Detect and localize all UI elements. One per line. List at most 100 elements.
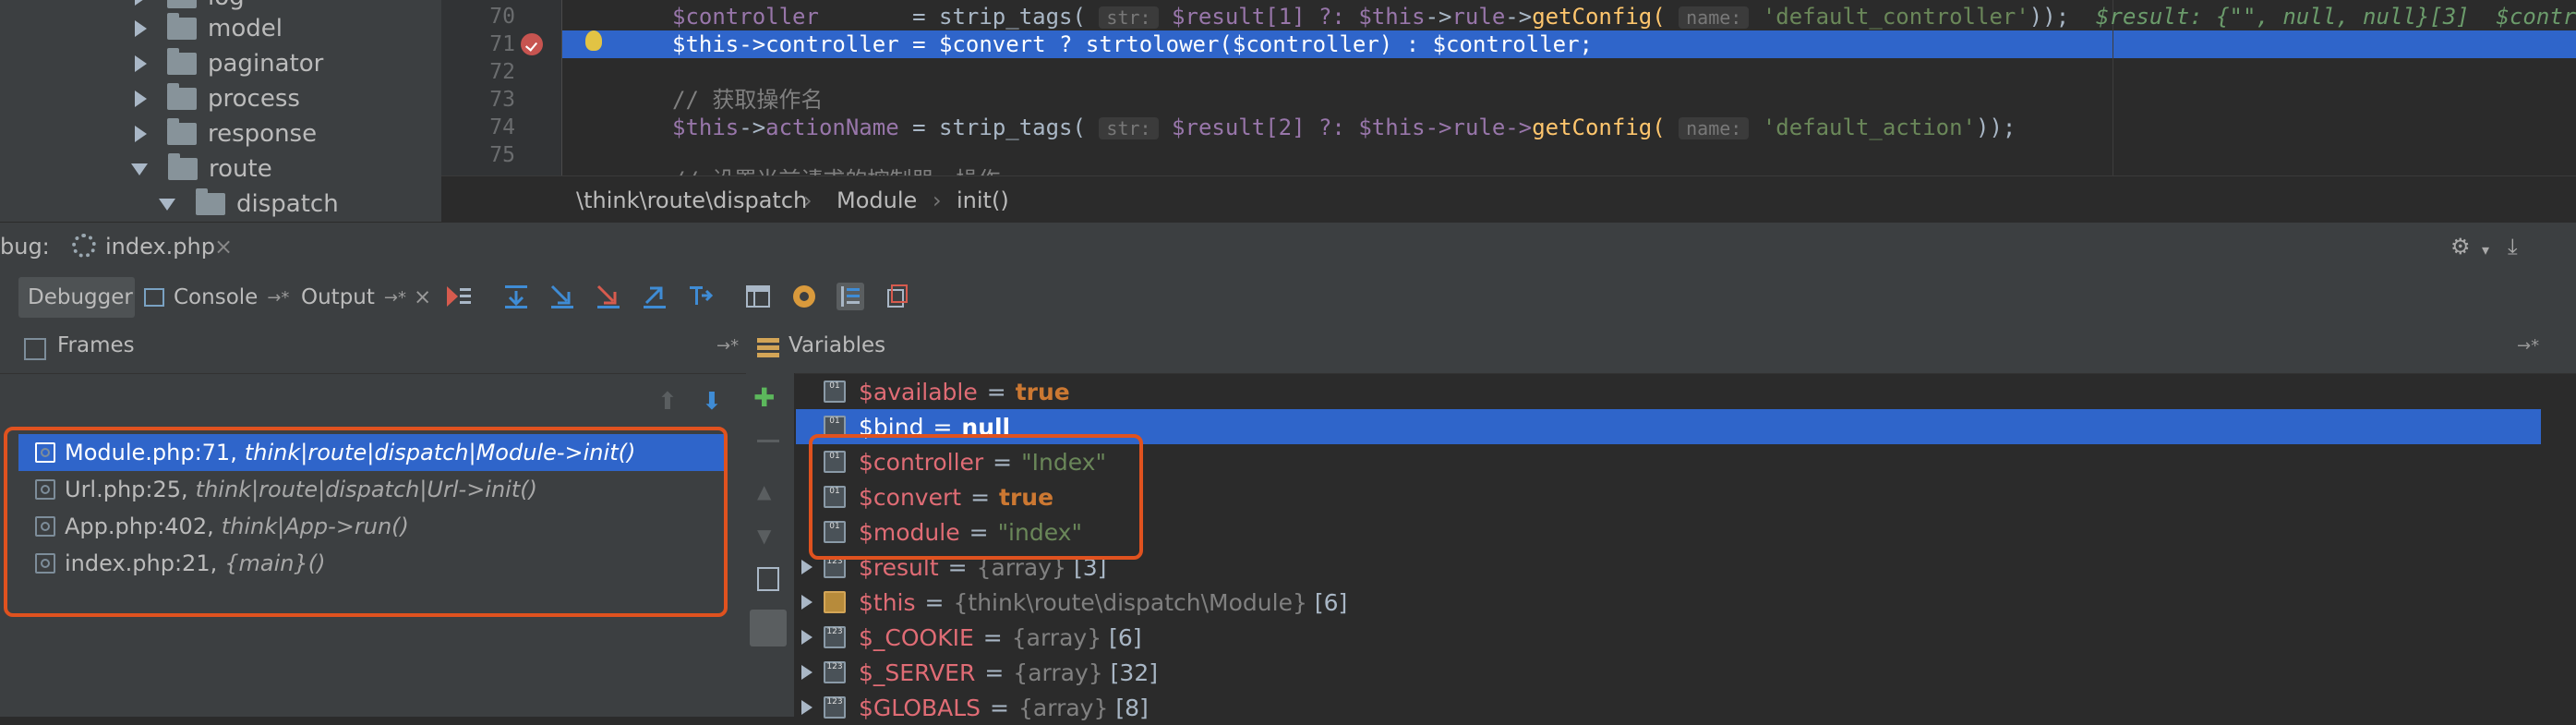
code-editor[interactable]: $controller = strip_tags( str: $result[1… bbox=[441, 0, 2576, 175]
variables-side-toolbar: ✚ ▲ ▼ bbox=[746, 373, 795, 717]
variables-title: Variables bbox=[788, 333, 886, 357]
copy-icon[interactable] bbox=[757, 567, 779, 591]
variable-row[interactable]: 123 $_SERVER = {array} [32] bbox=[796, 655, 2541, 690]
move-down-icon[interactable]: ▼ bbox=[757, 525, 771, 547]
close-tab-icon[interactable]: × bbox=[214, 234, 233, 260]
array-icon: 123 bbox=[824, 626, 846, 648]
chevron-right-icon: › bbox=[803, 187, 813, 213]
code-line-73: // 获取操作名 bbox=[672, 87, 824, 113]
step-into-icon[interactable] bbox=[548, 283, 576, 310]
tree-item-label: response bbox=[208, 120, 318, 148]
tab-output[interactable]: Output →* × bbox=[301, 277, 431, 318]
expand-arrow-icon[interactable] bbox=[135, 55, 147, 72]
tree-item-response[interactable]: response bbox=[135, 116, 317, 151]
folder-icon bbox=[168, 153, 198, 180]
debug-config-icon bbox=[72, 234, 96, 258]
tree-item-label: model bbox=[208, 15, 283, 42]
breakpoint-icon[interactable] bbox=[521, 33, 543, 55]
step-over-icon[interactable] bbox=[502, 283, 530, 310]
watch-icon[interactable] bbox=[790, 283, 818, 310]
frames-layout-icon[interactable] bbox=[837, 283, 864, 310]
object-icon bbox=[824, 591, 846, 613]
breadcrumb-item[interactable]: init() bbox=[957, 187, 1009, 213]
remove-watch-icon[interactable] bbox=[757, 440, 779, 442]
line-number: 71 bbox=[489, 32, 515, 56]
pin-panel-icon[interactable]: →* bbox=[2517, 336, 2539, 356]
run-to-cursor-icon[interactable] bbox=[687, 283, 715, 310]
project-tree: log model paginator process response rou… bbox=[0, 0, 441, 222]
step-out-icon[interactable] bbox=[641, 283, 668, 310]
breadcrumb: \think\route\dispatch › Module › init() bbox=[441, 175, 2576, 223]
restore-layout-icon[interactable] bbox=[883, 283, 910, 310]
line-number: 75 bbox=[489, 143, 515, 167]
debug-label: bug: bbox=[0, 234, 50, 260]
tree-item-label: dispatch bbox=[236, 190, 339, 218]
folder-icon bbox=[196, 188, 225, 215]
breadcrumb-item[interactable]: \think\route\dispatch bbox=[576, 187, 807, 213]
code-line-70: $controller = strip_tags( str: $result[1… bbox=[672, 4, 2576, 30]
folder-icon bbox=[167, 13, 197, 40]
expand-arrow-icon[interactable] bbox=[801, 700, 813, 715]
folder-icon bbox=[167, 118, 197, 145]
folder-icon bbox=[167, 48, 197, 75]
line-number: 70 bbox=[489, 5, 515, 29]
variable-row[interactable]: 01 $available = true bbox=[796, 374, 2541, 409]
pin-panel-icon[interactable]: →* bbox=[716, 336, 739, 356]
move-up-icon[interactable]: ▲ bbox=[757, 480, 771, 502]
code-line-75: // 设置当前请求的控制器、操作 bbox=[672, 166, 1000, 175]
editor-gutter[interactable]: 70 71 72 73 74 75 bbox=[441, 0, 562, 175]
expand-arrow-icon[interactable] bbox=[801, 595, 813, 610]
breadcrumb-item[interactable]: Module bbox=[837, 187, 917, 213]
code-line-74: $this->actionName = strip_tags( str: $re… bbox=[672, 115, 2016, 140]
variable-row[interactable]: 123 $GLOBALS = {array} [8] bbox=[796, 690, 2541, 725]
variable-icon: 01 bbox=[824, 381, 846, 403]
expand-arrow-icon[interactable] bbox=[801, 630, 813, 645]
expand-arrow-icon[interactable] bbox=[135, 126, 147, 142]
frames-annotation-box bbox=[4, 427, 728, 617]
debug-session-tab[interactable]: index.php bbox=[105, 234, 215, 260]
debug-tool-window-header: bug: index.php × ⚙ ▾ ⤓ bbox=[0, 222, 2576, 272]
tab-debugger[interactable]: Debugger bbox=[18, 277, 135, 318]
array-icon: 123 bbox=[824, 661, 846, 683]
tree-item-label: log bbox=[208, 0, 245, 11]
frames-icon bbox=[24, 338, 46, 360]
console-icon bbox=[144, 288, 164, 307]
evaluate-expression-icon[interactable] bbox=[744, 283, 772, 310]
chevron-right-icon: › bbox=[933, 187, 942, 213]
tree-item-process[interactable]: process bbox=[135, 81, 300, 116]
tree-item-dispatch[interactable]: dispatch bbox=[159, 187, 339, 222]
add-watch-icon[interactable]: ✚ bbox=[753, 382, 775, 413]
expand-arrow-icon[interactable] bbox=[135, 0, 147, 6]
expand-arrow-icon[interactable] bbox=[801, 665, 813, 680]
collapse-arrow-icon[interactable] bbox=[131, 163, 148, 175]
line-number: 74 bbox=[489, 115, 515, 139]
variables-icon bbox=[757, 338, 779, 358]
frame-down-icon[interactable]: ⬇ bbox=[702, 388, 722, 416]
show-execution-point-icon[interactable] bbox=[445, 283, 473, 310]
variables-annotation-box bbox=[809, 434, 1143, 560]
tree-item-route[interactable]: route bbox=[131, 151, 272, 187]
frames-title: Frames bbox=[57, 333, 135, 357]
array-icon: 123 bbox=[824, 696, 846, 719]
force-step-into-icon[interactable] bbox=[595, 283, 622, 310]
tree-item-model[interactable]: model bbox=[135, 11, 283, 46]
expand-arrow-icon[interactable] bbox=[135, 91, 147, 107]
tree-item-paginator[interactable]: paginator bbox=[135, 46, 323, 81]
line-number: 73 bbox=[489, 88, 515, 112]
expand-arrow-icon[interactable] bbox=[801, 560, 813, 574]
variable-row[interactable]: $this = {think\route\dispatch\Module} [6] bbox=[796, 585, 2541, 620]
tab-console[interactable]: Console →* bbox=[138, 277, 289, 318]
tree-item-label: paginator bbox=[208, 50, 324, 78]
variable-row[interactable]: 123 $_COOKIE = {array} [6] bbox=[796, 620, 2541, 655]
dropdown-icon[interactable]: ▾ bbox=[2482, 241, 2489, 259]
tree-item-label: process bbox=[208, 85, 300, 113]
folder-icon bbox=[167, 83, 197, 110]
show-values-inline-icon[interactable] bbox=[750, 610, 787, 646]
lightbulb-icon[interactable] bbox=[585, 30, 602, 51]
collapse-arrow-icon[interactable] bbox=[159, 198, 175, 211]
hide-panel-icon[interactable]: ⤓ bbox=[2508, 234, 2518, 260]
expand-arrow-icon[interactable] bbox=[135, 20, 147, 37]
frame-up-icon[interactable]: ⬆ bbox=[657, 388, 678, 416]
gear-icon[interactable]: ⚙ bbox=[2450, 234, 2471, 260]
close-tab-icon[interactable]: × bbox=[414, 285, 431, 309]
